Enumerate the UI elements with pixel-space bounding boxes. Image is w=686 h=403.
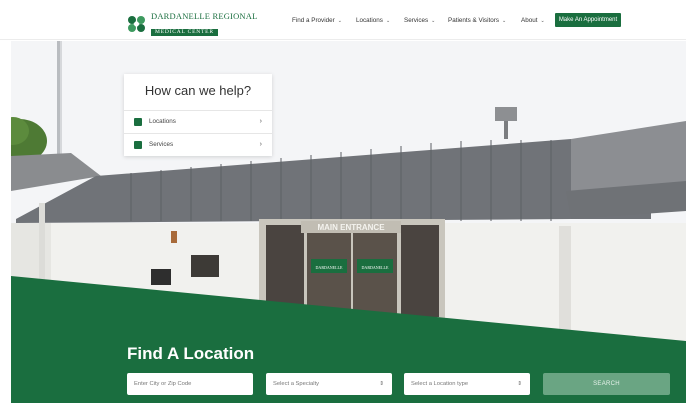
help-item-locations[interactable]: Locations › [124,110,272,132]
help-card-title: How can we help? [144,83,252,98]
logo[interactable]: DARDANELLE REGIONAL MEDICAL CENTER [126,12,258,37]
chevron-right-icon: › [259,118,262,125]
chevron-right-icon: › [259,141,262,148]
chevron-down-icon: ⌄ [337,17,342,24]
logo-flower-icon [126,15,148,33]
help-item-label: Locations [149,118,176,125]
main-entrance-sign: MAIN ENTRANCE [317,223,385,232]
select-arrows-icon: ⇕ [379,381,384,387]
search-button[interactable]: SEARCH [543,373,670,395]
nav-services[interactable]: Services ⌄ [404,17,435,24]
nav-patients-visitors[interactable]: Patients & Visitors ⌄ [448,17,506,24]
door-sign-left: DARDANELLE [316,265,343,270]
hero-image: MAIN ENTRANCE DARDANELLE DARDANELLE [11,41,686,403]
chevron-down-icon: ⌄ [540,17,545,24]
nav-about[interactable]: About ⌄ [521,17,545,24]
clipboard-icon [134,140,142,149]
select-arrows-icon: ⇕ [517,381,522,387]
chevron-down-icon: ⌄ [501,17,507,24]
find-location-title: Find A Location [127,344,255,363]
zip-search-input[interactable]: Enter City or Zip Code [127,373,253,395]
logo-subname: MEDICAL CENTER [151,28,218,36]
specialty-select[interactable]: Select a Specialty ⇕ [266,373,392,395]
location-type-select[interactable]: Select a Location type ⇕ [404,373,530,395]
chevron-down-icon: ⌄ [431,17,436,24]
chevron-down-icon: ⌄ [385,17,391,24]
nav-find-provider[interactable]: Find a Provider ⌄ [292,17,342,24]
help-item-label: Services [149,141,174,148]
make-appointment-button[interactable]: Make An Appointment [555,13,621,27]
door-sign-right: DARDANELLE [362,265,389,270]
site-header: DARDANELLE REGIONAL MEDICAL CENTER Find … [0,0,686,40]
nav-locations[interactable]: Locations ⌄ [356,17,390,24]
help-card: How can we help? Locations › Services › [124,74,272,156]
map-icon [134,117,142,126]
logo-name: DARDANELLE REGIONAL [151,11,258,21]
help-item-services[interactable]: Services › [124,133,272,155]
